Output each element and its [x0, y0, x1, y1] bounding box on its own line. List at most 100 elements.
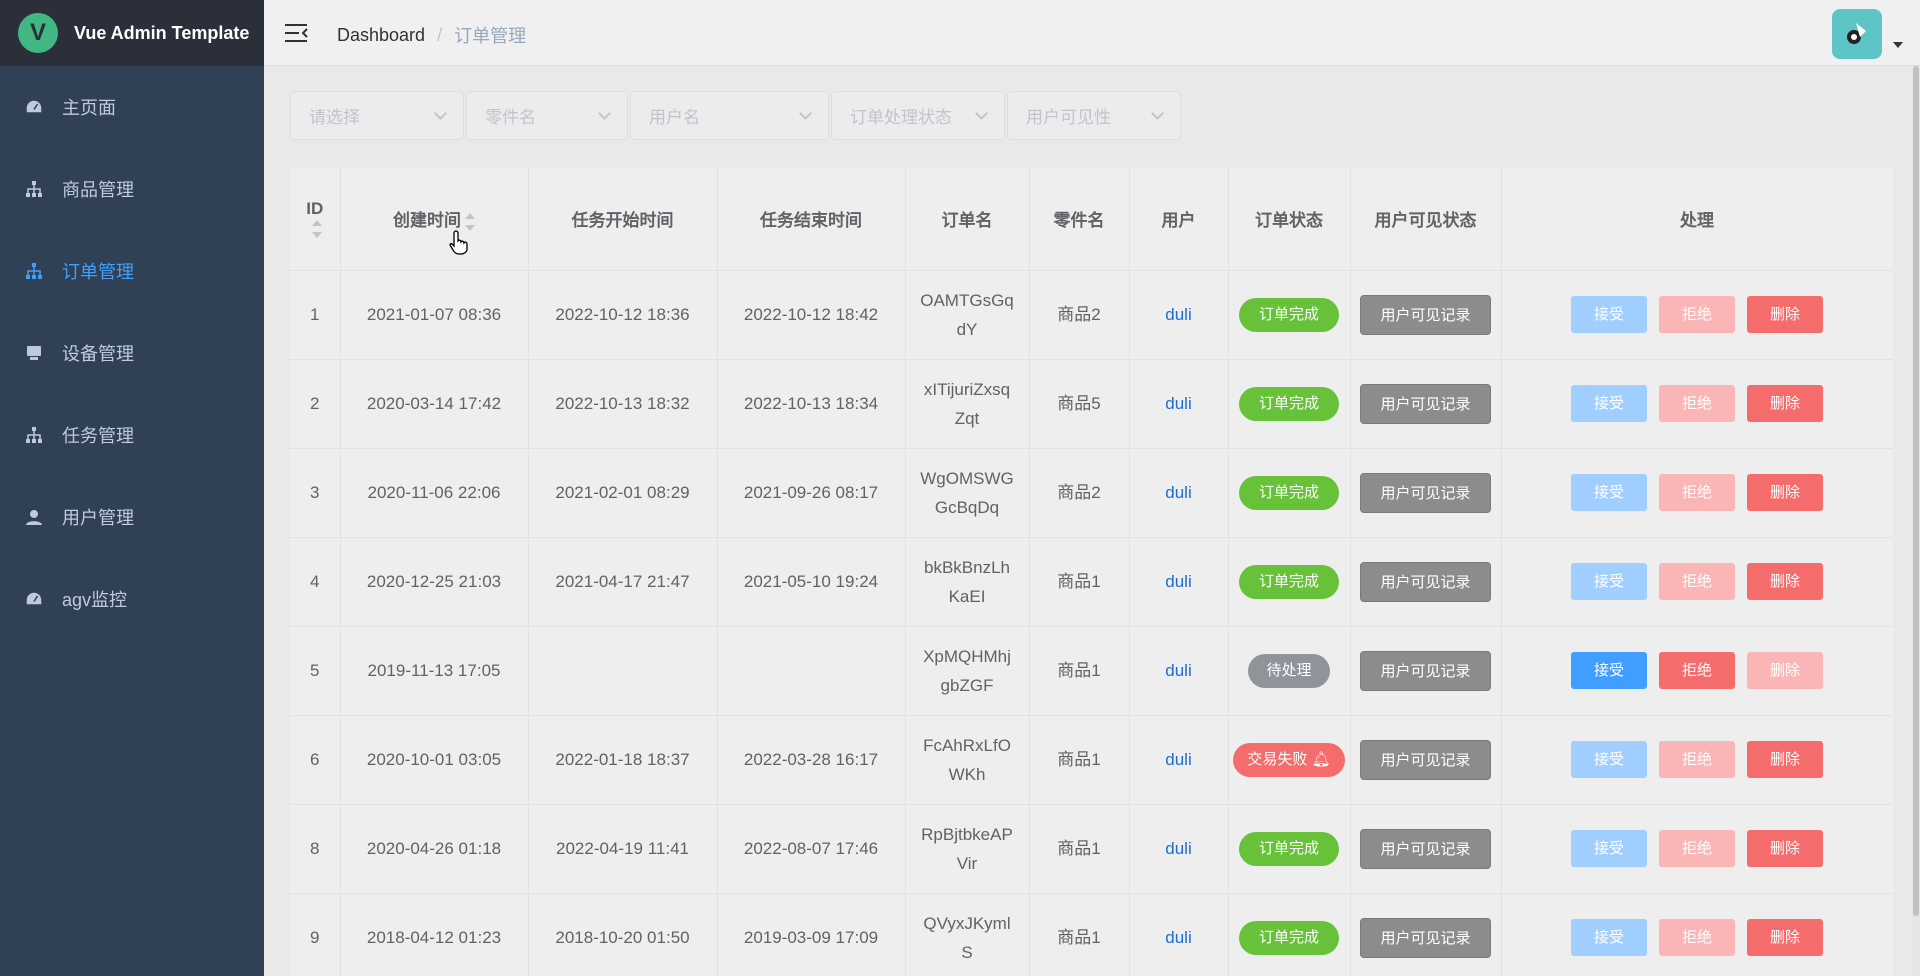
- logo-bar[interactable]: V Vue Admin Template: [0, 0, 264, 66]
- sidebar-item-label: 订单管理: [62, 262, 134, 282]
- cell-created: 2020-12-25 21:03: [340, 537, 529, 627]
- user-link[interactable]: duli: [1165, 661, 1191, 680]
- delete-button[interactable]: 删除: [1747, 741, 1823, 778]
- user-link[interactable]: duli: [1165, 928, 1191, 947]
- table-row: 6 2020-10-01 03:05 2022-01-18 18:37 2022…: [290, 715, 1893, 805]
- sidebar-item-tasks[interactable]: 任务管理: [0, 394, 264, 476]
- delete-button[interactable]: 删除: [1747, 652, 1823, 689]
- delete-button[interactable]: 删除: [1747, 919, 1823, 956]
- reject-button[interactable]: 拒绝: [1659, 741, 1735, 778]
- device-icon: [24, 343, 44, 363]
- sidebar-item-orders[interactable]: 订单管理: [0, 230, 264, 312]
- delete-button[interactable]: 删除: [1747, 385, 1823, 422]
- visible-record-button[interactable]: 用户可见记录: [1360, 383, 1491, 424]
- cell-id: 5: [290, 626, 341, 716]
- reject-button[interactable]: 拒绝: [1659, 919, 1735, 956]
- visible-record-button[interactable]: 用户可见记录: [1360, 650, 1491, 691]
- delete-button[interactable]: 删除: [1747, 296, 1823, 333]
- visible-record-button[interactable]: 用户可见记录: [1360, 917, 1491, 958]
- visible-record-button[interactable]: 用户可见记录: [1360, 294, 1491, 335]
- status-label: 交易失败: [1247, 750, 1308, 768]
- user-link[interactable]: duli: [1165, 483, 1191, 502]
- delete-button[interactable]: 删除: [1747, 474, 1823, 511]
- sidebar-item-label: 任务管理: [62, 426, 134, 446]
- user-link[interactable]: duli: [1165, 750, 1191, 769]
- part-name-select[interactable]: 零件名: [466, 91, 628, 140]
- reject-button[interactable]: 拒绝: [1659, 296, 1735, 333]
- cell-created: 2019-11-13 17:05: [340, 626, 529, 716]
- orders-table: ID 创建时间 任务开始时间 任务结束时间 订单名 零件名 用户 订单状态 用户…: [290, 168, 1893, 976]
- table-row: 9 2018-04-12 01:23 2018-10-20 01:50 2019…: [290, 893, 1893, 976]
- accept-button[interactable]: 接受: [1571, 296, 1647, 333]
- user-link[interactable]: duli: [1165, 394, 1191, 413]
- cell-start: 2022-10-12 18:36: [528, 270, 718, 360]
- reject-button[interactable]: 拒绝: [1659, 474, 1735, 511]
- cell-end: 2021-09-26 08:17: [717, 448, 906, 538]
- reject-button[interactable]: 拒绝: [1659, 385, 1735, 422]
- accept-button[interactable]: 接受: [1571, 474, 1647, 511]
- accept-button[interactable]: 接受: [1571, 741, 1647, 778]
- user-visibility-select[interactable]: 用户可见性: [1007, 91, 1181, 140]
- cell-part: 商品1: [1029, 626, 1130, 716]
- visible-record-button[interactable]: 用户可见记录: [1360, 561, 1491, 602]
- accept-button[interactable]: 接受: [1571, 830, 1647, 867]
- sidebar-item-agv[interactable]: agv监控: [0, 558, 264, 640]
- sidebar-item-home[interactable]: 主页面: [0, 66, 264, 148]
- user-link[interactable]: duli: [1165, 305, 1191, 324]
- visible-record-button[interactable]: 用户可见记录: [1360, 472, 1491, 513]
- cell-id: 8: [290, 804, 341, 894]
- category-select[interactable]: 请选择: [290, 91, 464, 140]
- order-name-line: Vir: [956, 853, 978, 873]
- table-row: 4 2020-12-25 21:03 2021-04-17 21:47 2021…: [290, 537, 1893, 627]
- hamburger-icon[interactable]: [284, 22, 308, 44]
- cell-visible: 用户可见记录: [1350, 359, 1502, 449]
- visible-record-button[interactable]: 用户可见记录: [1360, 739, 1491, 780]
- delete-button[interactable]: 删除: [1747, 563, 1823, 600]
- hand-cursor-icon: [448, 229, 472, 255]
- header-created[interactable]: 创建时间: [340, 168, 529, 271]
- sidebar-item-label: 设备管理: [62, 344, 134, 364]
- breadcrumb-separator: /: [437, 24, 443, 45]
- cell-visible: 用户可见记录: [1350, 893, 1502, 976]
- header-visible: 用户可见状态: [1350, 168, 1502, 271]
- accept-button[interactable]: 接受: [1571, 563, 1647, 600]
- sort-icon[interactable]: [311, 220, 322, 239]
- sidebar-item-devices[interactable]: 设备管理: [0, 312, 264, 394]
- table-row: 2 2020-03-14 17:42 2022-10-13 18:32 2022…: [290, 359, 1893, 449]
- header-part: 零件名: [1029, 168, 1130, 271]
- cell-status: 交易失败 🔔︎: [1228, 715, 1351, 805]
- reject-button[interactable]: 拒绝: [1659, 563, 1735, 600]
- page-scrollbar[interactable]: [1912, 66, 1920, 976]
- cell-user: duli: [1129, 359, 1229, 449]
- order-name-line: bkBkBnzLh: [924, 557, 1010, 577]
- cell-created: 2020-10-01 03:05: [340, 715, 529, 805]
- breadcrumb-home[interactable]: Dashboard: [337, 25, 425, 46]
- reject-button[interactable]: 拒绝: [1659, 830, 1735, 867]
- avatar[interactable]: [1832, 9, 1882, 59]
- caret-down-icon[interactable]: [1893, 42, 1903, 48]
- select-placeholder: 用户名: [649, 108, 700, 127]
- visible-record-button[interactable]: 用户可见记录: [1360, 828, 1491, 869]
- accept-button[interactable]: 接受: [1571, 652, 1647, 689]
- user-link[interactable]: duli: [1165, 572, 1191, 591]
- cell-start: 2022-10-13 18:32: [528, 359, 718, 449]
- cell-status: 订单完成: [1228, 537, 1351, 627]
- sidebar-item-users[interactable]: 用户管理: [0, 476, 264, 558]
- order-name-line: OAMTGsGq: [920, 290, 1014, 310]
- status-badge[interactable]: 交易失败 🔔︎: [1233, 742, 1345, 777]
- username-select[interactable]: 用户名: [630, 91, 829, 140]
- reject-button[interactable]: 拒绝: [1659, 652, 1735, 689]
- delete-button[interactable]: 删除: [1747, 830, 1823, 867]
- header-id[interactable]: ID: [290, 168, 341, 271]
- cell-visible: 用户可见记录: [1350, 626, 1502, 716]
- scrollbar-thumb[interactable]: [1913, 66, 1919, 916]
- cell-order: FcAhRxLfO WKh: [905, 715, 1030, 805]
- user-link[interactable]: duli: [1165, 839, 1191, 858]
- accept-button[interactable]: 接受: [1571, 919, 1647, 956]
- order-name-line: xITijuriZxsq: [923, 379, 1011, 399]
- accept-button[interactable]: 接受: [1571, 385, 1647, 422]
- sidebar-item-products[interactable]: 商品管理: [0, 148, 264, 230]
- order-status-select[interactable]: 订单处理状态: [831, 91, 1005, 140]
- cell-part: 商品1: [1029, 537, 1130, 627]
- cell-end: 2022-03-28 16:17: [717, 715, 906, 805]
